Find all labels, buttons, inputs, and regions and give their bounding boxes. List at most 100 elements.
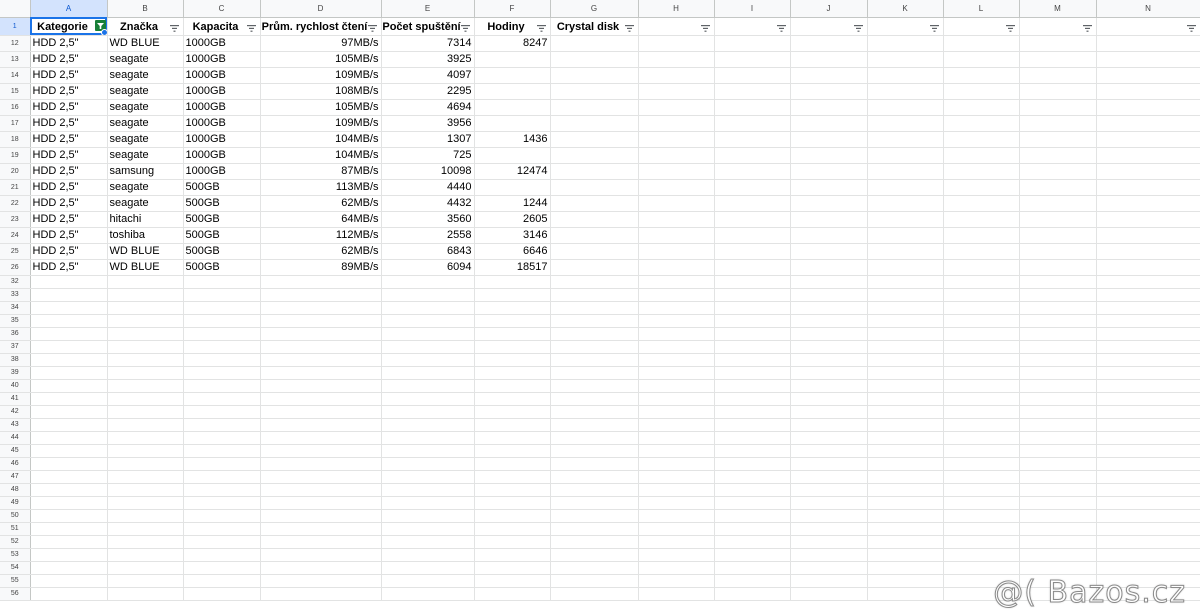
table-cell[interactable] [1019, 99, 1097, 116]
table-cell[interactable] [867, 340, 944, 354]
table-cell[interactable] [638, 366, 715, 380]
row-number[interactable]: 43 [0, 418, 31, 432]
table-cell[interactable] [1096, 509, 1200, 523]
table-cell[interactable] [183, 561, 261, 575]
table-cell[interactable]: 4432 [381, 195, 475, 212]
table-cell[interactable] [550, 288, 639, 302]
table-cell[interactable] [381, 366, 475, 380]
table-cell[interactable] [714, 379, 791, 393]
table-cell[interactable] [1096, 431, 1200, 445]
table-cell[interactable] [1096, 405, 1200, 419]
table-cell[interactable]: 6646 [474, 243, 551, 260]
table-cell[interactable] [867, 405, 944, 419]
table-cell[interactable]: 113MB/s [260, 179, 382, 196]
table-cell[interactable] [1019, 366, 1097, 380]
table-cell[interactable] [183, 483, 261, 497]
table-cell[interactable]: 7314 [381, 35, 475, 52]
table-cell[interactable] [1019, 509, 1097, 523]
table-cell[interactable] [381, 496, 475, 510]
table-cell[interactable] [474, 288, 551, 302]
table-cell[interactable] [943, 340, 1020, 354]
table-cell[interactable] [943, 35, 1020, 52]
table-cell[interactable]: HDD 2,5" [30, 243, 108, 260]
table-cell[interactable] [1019, 227, 1097, 244]
table-cell[interactable] [1019, 243, 1097, 260]
table-cell[interactable] [714, 275, 791, 289]
table-cell[interactable] [1096, 418, 1200, 432]
table-cell[interactable] [1019, 67, 1097, 84]
table-cell[interactable] [550, 522, 639, 536]
table-cell[interactable]: 1000GB [183, 163, 261, 180]
table-cell[interactable] [1096, 179, 1200, 196]
table-cell[interactable] [550, 259, 639, 276]
table-cell[interactable]: 6843 [381, 243, 475, 260]
table-cell[interactable] [30, 431, 108, 445]
table-cell[interactable] [474, 67, 551, 84]
table-cell[interactable] [183, 418, 261, 432]
table-cell[interactable] [1096, 327, 1200, 341]
table-cell[interactable] [183, 470, 261, 484]
table-cell[interactable] [183, 314, 261, 328]
table-cell[interactable]: 62MB/s [260, 243, 382, 260]
table-cell[interactable] [638, 340, 715, 354]
table-cell[interactable] [714, 147, 791, 164]
table-cell[interactable] [30, 457, 108, 471]
table-cell[interactable]: HDD 2,5" [30, 51, 108, 68]
table-cell[interactable] [1019, 353, 1097, 367]
table-cell[interactable] [550, 483, 639, 497]
table-cell[interactable] [550, 83, 639, 100]
table-cell[interactable]: HDD 2,5" [30, 163, 108, 180]
table-cell[interactable]: seagate [107, 195, 184, 212]
row-number[interactable]: 47 [0, 470, 31, 484]
table-cell[interactable] [714, 548, 791, 562]
table-cell[interactable] [474, 301, 551, 315]
table-cell[interactable] [867, 444, 944, 458]
table-cell[interactable] [550, 457, 639, 471]
table-cell[interactable] [943, 211, 1020, 228]
table-cell[interactable] [714, 561, 791, 575]
table-cell[interactable] [1019, 288, 1097, 302]
table-cell[interactable]: 10098 [381, 163, 475, 180]
header-cell[interactable] [1096, 17, 1200, 36]
table-cell[interactable] [183, 535, 261, 549]
column-header-d[interactable]: D [260, 0, 382, 18]
table-cell[interactable] [1096, 522, 1200, 536]
table-cell[interactable] [943, 379, 1020, 393]
table-cell[interactable]: 8247 [474, 35, 551, 52]
table-cell[interactable] [183, 392, 261, 406]
table-cell[interactable] [714, 227, 791, 244]
table-cell[interactable]: HDD 2,5" [30, 147, 108, 164]
table-cell[interactable] [943, 131, 1020, 148]
table-cell[interactable] [381, 288, 475, 302]
table-cell[interactable] [943, 405, 1020, 419]
table-cell[interactable] [474, 444, 551, 458]
table-cell[interactable] [867, 131, 944, 148]
table-cell[interactable]: 4694 [381, 99, 475, 116]
table-cell[interactable] [1019, 444, 1097, 458]
table-cell[interactable] [943, 99, 1020, 116]
table-cell[interactable] [867, 392, 944, 406]
table-cell[interactable] [790, 457, 868, 471]
column-header-l[interactable]: L [943, 0, 1020, 18]
table-cell[interactable] [474, 431, 551, 445]
table-cell[interactable] [260, 509, 382, 523]
table-cell[interactable] [943, 83, 1020, 100]
table-cell[interactable] [474, 509, 551, 523]
column-header-k[interactable]: K [867, 0, 944, 18]
spreadsheet-grid[interactable]: A B C D E F G H I J K L M N 1 Kategorie Značka Kapacita Pr… [0, 0, 1200, 601]
table-cell[interactable]: 500GB [183, 227, 261, 244]
table-cell[interactable] [1019, 314, 1097, 328]
table-cell[interactable] [381, 353, 475, 367]
table-cell[interactable] [474, 587, 551, 601]
filter-icon[interactable] [700, 23, 710, 32]
table-cell[interactable] [107, 587, 184, 601]
table-cell[interactable] [381, 405, 475, 419]
table-cell[interactable]: 1000GB [183, 115, 261, 132]
table-cell[interactable] [381, 379, 475, 393]
table-cell[interactable] [1096, 51, 1200, 68]
table-cell[interactable] [790, 483, 868, 497]
row-number[interactable]: 25 [0, 243, 31, 260]
table-cell[interactable] [714, 259, 791, 276]
table-cell[interactable] [1096, 535, 1200, 549]
table-cell[interactable] [714, 67, 791, 84]
